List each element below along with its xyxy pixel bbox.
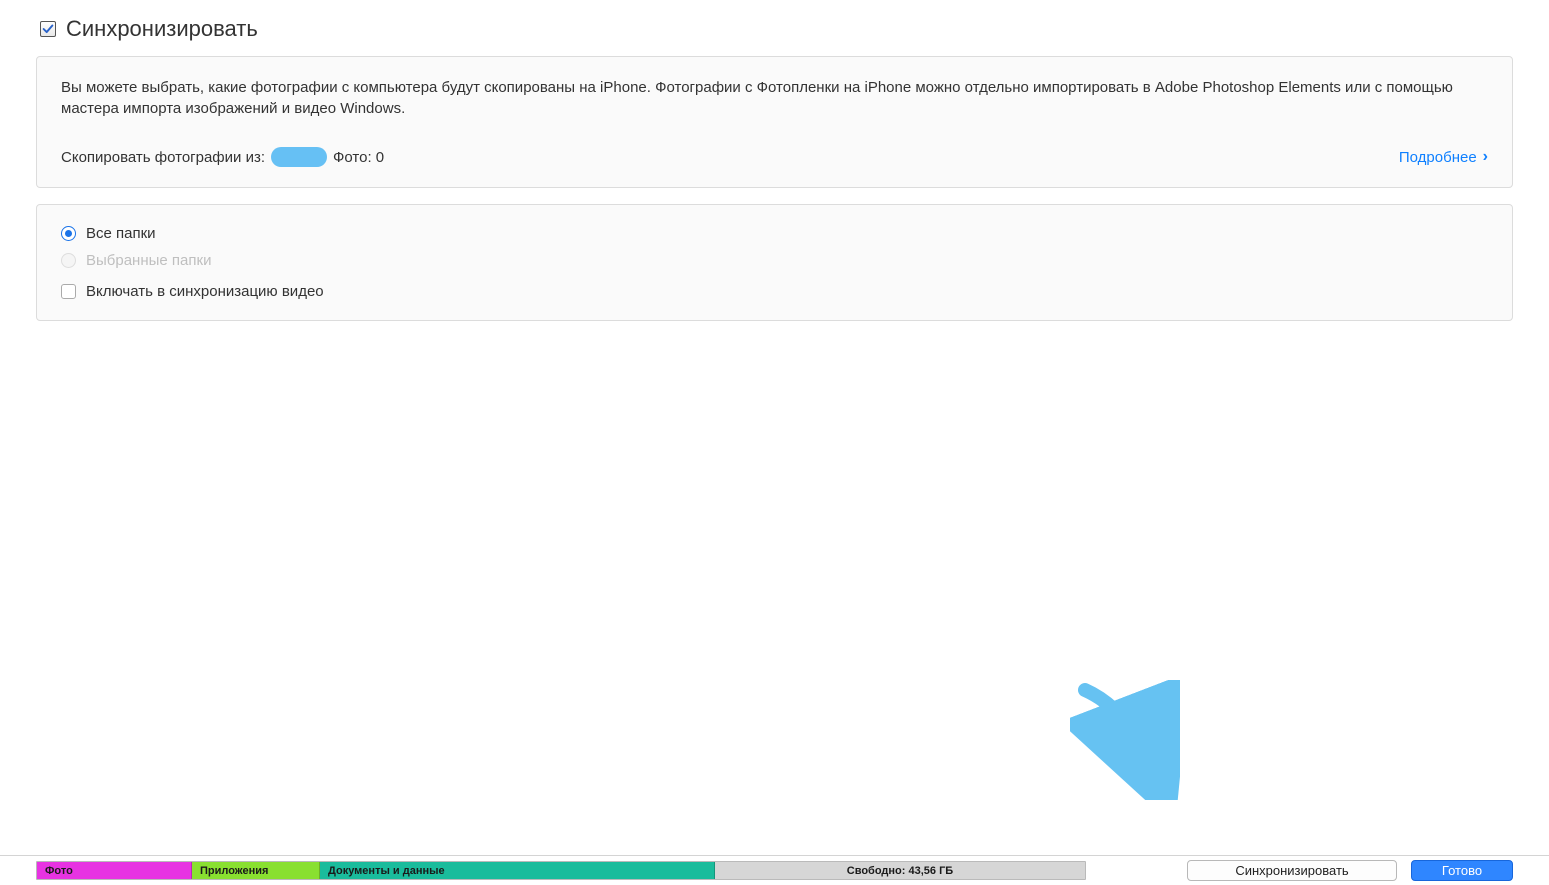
learn-more-link[interactable]: Подробнее ›	[1399, 148, 1488, 166]
copy-from-row: Скопировать фотографии из: Фото: 0	[61, 147, 384, 167]
sync-description: Вы можете выбрать, какие фотографии с ко…	[61, 77, 1488, 119]
learn-more-label: Подробнее	[1399, 149, 1477, 166]
sync-button[interactable]: Синхронизировать	[1187, 860, 1397, 881]
page-title: Синхронизировать	[66, 16, 258, 42]
all-folders-label: Все папки	[86, 225, 156, 242]
storage-seg-photo: Фото	[37, 862, 192, 879]
storage-seg-free: Свободно: 43,56 ГБ	[715, 862, 1085, 879]
storage-seg-apps: Приложения	[192, 862, 320, 879]
photo-count: Фото: 0	[333, 149, 384, 166]
sync-checkbox[interactable]	[40, 21, 56, 37]
done-button[interactable]: Готово	[1411, 860, 1513, 881]
chevron-right-icon: ›	[1483, 148, 1488, 166]
include-video-checkbox[interactable]	[61, 284, 76, 299]
include-video-label: Включать в синхронизацию видео	[86, 283, 324, 300]
radio-selected-folders	[61, 253, 76, 268]
selected-folders-label: Выбранные папки	[86, 252, 211, 269]
storage-bar[interactable]: Фото Приложения Документы и данные Свобо…	[36, 861, 1086, 880]
arrow-annotation-icon	[1070, 680, 1180, 800]
radio-all-folders[interactable]	[61, 226, 76, 241]
option-all-folders[interactable]: Все папки	[61, 225, 1488, 242]
checkmark-icon	[41, 22, 55, 36]
options-panel: Все папки Выбранные папки Включать в син…	[36, 204, 1513, 321]
option-include-video[interactable]: Включать в синхронизацию видео	[61, 283, 1488, 300]
option-selected-folders: Выбранные папки	[61, 252, 1488, 269]
storage-seg-docs: Документы и данные	[320, 862, 715, 879]
info-panel: Вы можете выбрать, какие фотографии с ко…	[36, 56, 1513, 188]
source-redacted[interactable]	[271, 147, 327, 167]
copy-from-label: Скопировать фотографии из:	[61, 149, 265, 166]
footer-bar: Фото Приложения Документы и данные Свобо…	[0, 855, 1549, 885]
